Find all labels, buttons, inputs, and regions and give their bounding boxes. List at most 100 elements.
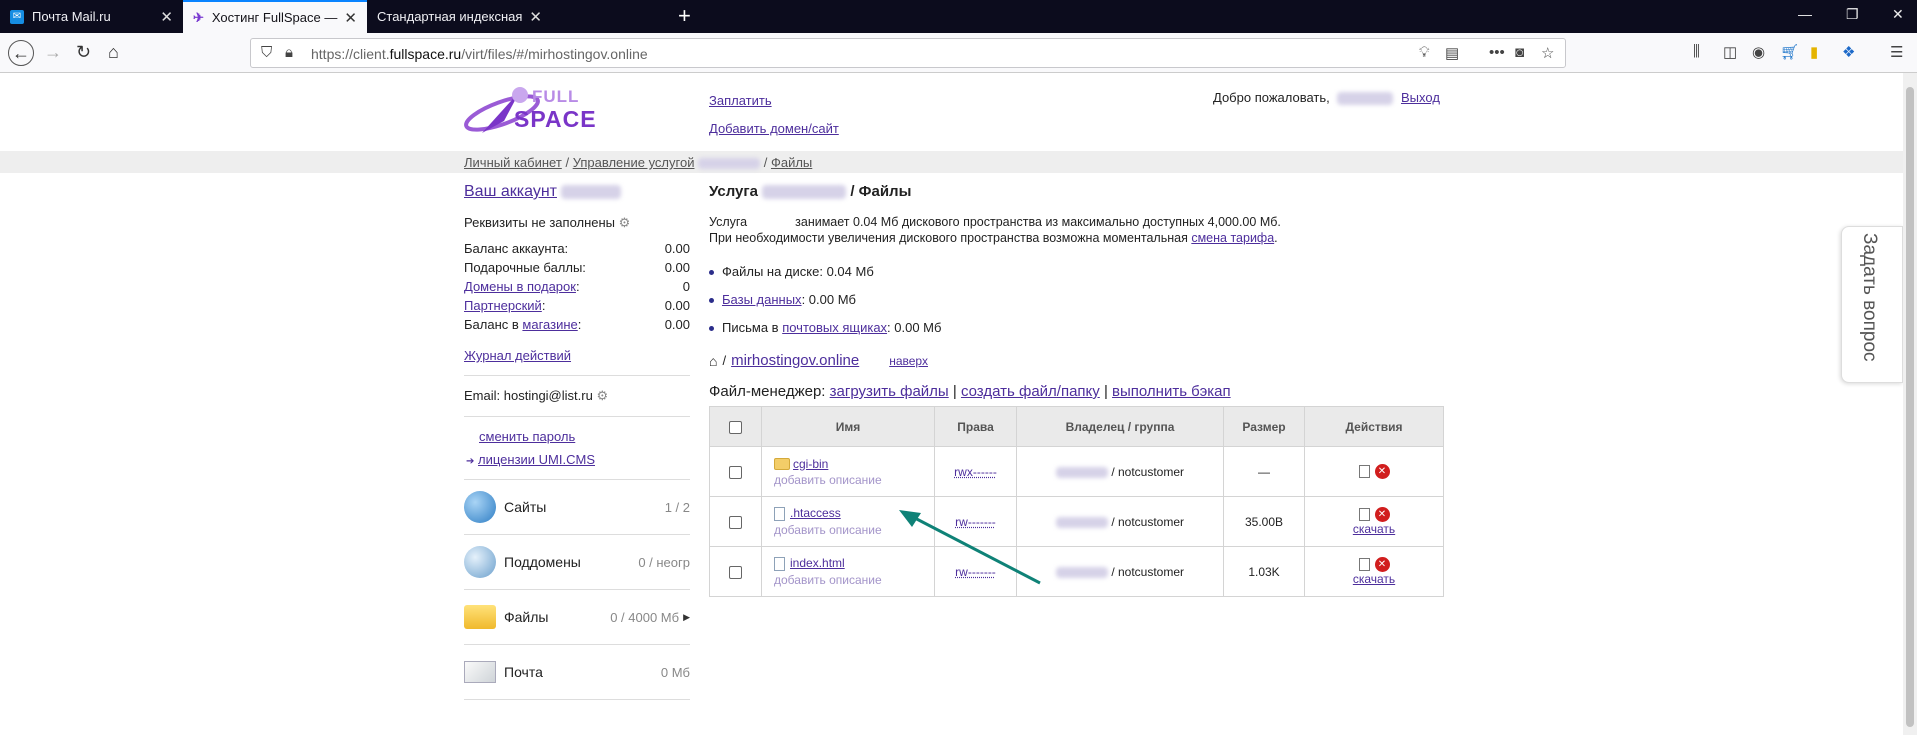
close-tab-icon[interactable]: ✕	[344, 9, 357, 27]
file-name-link[interactable]: .htaccess	[790, 506, 841, 520]
shield-icon[interactable]: ⛉	[261, 44, 272, 61]
shop-link[interactable]: магазине	[522, 317, 577, 332]
url-text[interactable]: https://client.fullspace.ru/virt/files/#…	[311, 46, 648, 62]
gear-icon[interactable]: ⚙	[619, 215, 631, 230]
reload-icon[interactable]: ↻	[76, 41, 91, 63]
umi-cms-license-link[interactable]: лицензии UMI.CMS	[478, 452, 595, 467]
row-checkbox[interactable]	[729, 515, 742, 529]
home-icon[interactable]: ⌂	[108, 41, 119, 63]
lightbulb-icon[interactable]: 💡︎	[1419, 44, 1430, 61]
tab-mail[interactable]: ✉ Почта Mail.ru ✕	[0, 0, 183, 33]
breadcrumb-files[interactable]: Файлы	[771, 155, 812, 170]
up-link[interactable]: наверх	[889, 354, 928, 368]
change-tariff-link[interactable]: смена тарифа	[1191, 231, 1274, 245]
restore-icon[interactable]: ❐	[1846, 6, 1859, 23]
menu-icon[interactable]: ☰	[1890, 43, 1903, 61]
gift-domains-link[interactable]: Домены в подарок	[464, 279, 576, 294]
scrollbar-thumb[interactable]	[1906, 87, 1914, 727]
account-id-redacted	[561, 184, 622, 199]
copy-icon[interactable]	[1358, 508, 1370, 522]
add-description-link[interactable]: добавить описание	[774, 473, 882, 487]
copy-icon[interactable]	[1358, 465, 1370, 479]
account-title-link[interactable]: Ваш аккаунт	[464, 183, 557, 200]
action-log-link[interactable]: Журнал действий	[464, 348, 571, 363]
tab-title: Хостинг FullSpace — Личный	[211, 10, 339, 25]
tab-index-page[interactable]: Стандартная индексная страница ✕	[367, 0, 552, 33]
close-window-icon[interactable]: ✕	[1892, 6, 1904, 23]
home-folder-icon[interactable]: ⌂	[709, 353, 717, 369]
mail-icon: ✉	[10, 9, 24, 24]
bookmark-star-icon[interactable]: ☆	[1541, 44, 1554, 62]
permissions-link[interactable]: rwx------	[954, 465, 997, 479]
logout-link[interactable]: Выход	[1401, 90, 1440, 105]
select-all-checkbox[interactable]	[729, 420, 742, 434]
email-gear-icon[interactable]: ⚙	[596, 388, 608, 403]
owner-group: / notcustomer	[1111, 464, 1185, 479]
globe-icon	[464, 491, 496, 523]
backup-link[interactable]: выполнить бэкап	[1112, 383, 1231, 400]
col-perms[interactable]: Права	[934, 406, 1017, 447]
file-name-link[interactable]: cgi-bin	[793, 457, 828, 471]
bookmark-flag-icon[interactable]: ▮	[1810, 43, 1818, 61]
ask-question-button[interactable]: Задать вопрос	[1841, 226, 1903, 383]
file-name-link[interactable]: index.html	[790, 556, 845, 570]
add-description-link[interactable]: добавить описание	[774, 523, 882, 537]
partner-link[interactable]: Партнерский	[464, 298, 542, 313]
col-owner[interactable]: Владелец / группа	[1016, 406, 1224, 447]
new-tab-button[interactable]: +	[678, 5, 691, 27]
service-files[interactable]: Файлы 0 / 4000 Мб ▶	[464, 590, 690, 645]
fullspace-logo[interactable]: FULL SPACE	[462, 81, 596, 139]
breadcrumb-separator: /	[565, 155, 570, 170]
close-tab-icon[interactable]: ✕	[529, 8, 542, 26]
col-name[interactable]: Имя	[761, 406, 935, 447]
browser-tab-strip: ✉ Почта Mail.ru ✕ ✈ Хостинг FullSpace — …	[0, 0, 1917, 33]
delete-icon[interactable]: ✕	[1374, 507, 1390, 523]
service-count: 0 / 4000 Мб	[610, 609, 680, 625]
forward-icon[interactable]: →	[44, 41, 62, 63]
sidebar-icon[interactable]: ◫	[1723, 43, 1737, 61]
back-icon[interactable]: ←	[8, 40, 34, 66]
row-checkbox[interactable]	[729, 465, 742, 479]
row-checkbox[interactable]	[729, 565, 742, 579]
create-file-link[interactable]: создать файл/папку	[961, 383, 1100, 400]
annotation-arrow	[899, 510, 1041, 585]
download-link[interactable]: скачать	[1353, 572, 1395, 586]
minimize-icon[interactable]: —	[1798, 6, 1812, 22]
col-size[interactable]: Размер	[1223, 406, 1305, 447]
reader-view-icon[interactable]: ▤	[1445, 44, 1459, 62]
tab-fullspace[interactable]: ✈ Хостинг FullSpace — Личный ✕	[183, 0, 367, 33]
add-domain-link[interactable]: Добавить домен/сайт	[709, 121, 839, 136]
service-mail[interactable]: Почта 0 Мб	[464, 645, 690, 700]
close-tab-icon[interactable]: ✕	[160, 8, 173, 26]
pocket-icon[interactable]: ◙	[1515, 44, 1524, 61]
page-actions-icon[interactable]: •••	[1489, 44, 1505, 61]
add-description-link[interactable]: добавить описание	[774, 573, 882, 587]
download-link[interactable]: скачать	[1353, 522, 1395, 536]
separator: |	[1103, 383, 1108, 400]
address-bar[interactable]: ⛉ 🔒︎ https://client.fullspace.ru/virt/fi…	[250, 38, 1566, 68]
service-sites[interactable]: Сайты 1 / 2	[464, 480, 690, 535]
databases-link[interactable]: Базы данных	[722, 292, 802, 307]
colon: :	[541, 298, 546, 313]
extensions-icon[interactable]: ❖	[1842, 43, 1855, 61]
mailboxes-link[interactable]: почтовых ящиках	[782, 320, 887, 335]
upload-files-link[interactable]: загрузить файлы	[830, 383, 949, 400]
copy-icon[interactable]	[1358, 558, 1370, 572]
library-icon[interactable]: ⫼	[1693, 43, 1700, 60]
path-domain-link[interactable]: mirhostingov.online	[731, 352, 859, 369]
breadcrumb-services[interactable]: Управление услугой	[573, 155, 695, 170]
page-scrollbar[interactable]	[1903, 73, 1917, 735]
pay-link[interactable]: Заплатить	[709, 93, 772, 108]
account-icon[interactable]: ◉	[1752, 43, 1765, 61]
balance-row: Баланс аккаунта: 0.00	[464, 239, 690, 258]
delete-icon[interactable]: ✕	[1374, 557, 1390, 573]
lock-icon[interactable]: 🔒︎	[285, 44, 293, 61]
change-password-link[interactable]: сменить пароль	[479, 429, 575, 444]
delete-icon[interactable]: ✕	[1374, 464, 1390, 480]
service-subdomains[interactable]: Поддомены 0 / неогр	[464, 535, 690, 590]
tab-title: Стандартная индексная страница	[377, 9, 523, 24]
colon: :	[577, 317, 582, 332]
gift-domains-row: Домены в подарок: 0	[464, 277, 690, 296]
cart-icon[interactable]: 🛒︎	[1780, 43, 1799, 61]
breadcrumb-cabinet[interactable]: Личный кабинет	[464, 155, 562, 170]
